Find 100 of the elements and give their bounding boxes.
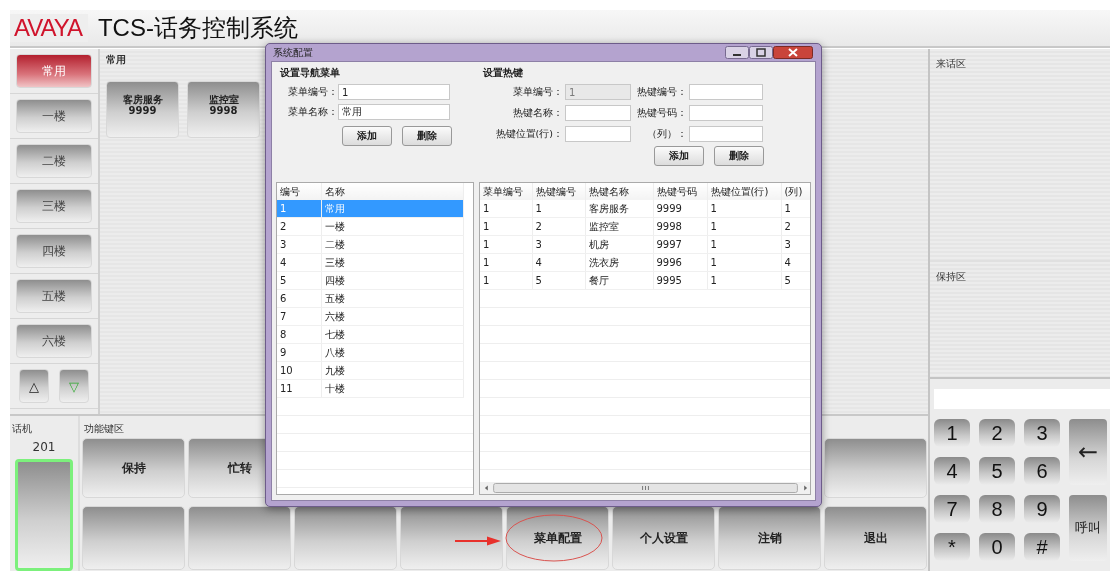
keypad-key[interactable]: 9 xyxy=(1024,495,1060,523)
keypad-key[interactable]: 6 xyxy=(1024,457,1060,485)
table-cell: 六楼 xyxy=(321,307,463,326)
field-label: 热键位置(行)： xyxy=(494,127,563,141)
keypad-key[interactable]: * xyxy=(934,533,970,561)
table-cell: 7 xyxy=(277,307,321,326)
minimize-button[interactable] xyxy=(725,46,749,59)
text-field[interactable] xyxy=(565,126,631,142)
keypad-key[interactable]: 3 xyxy=(1024,419,1060,447)
function-key-button[interactable] xyxy=(188,506,291,570)
column-header[interactable]: 编号 xyxy=(277,183,321,200)
table-cell: 9 xyxy=(277,343,321,362)
table-cell: 4 xyxy=(277,253,321,272)
nav-button[interactable]: 三楼 xyxy=(16,189,92,223)
function-key-button[interactable]: 保持 xyxy=(82,438,185,498)
table-row[interactable]: 5 四楼 xyxy=(277,271,463,290)
dialog-title: 系统配置 xyxy=(272,45,313,60)
function-key-button[interactable]: 注销 xyxy=(718,506,821,570)
table-cell: 客房服务 xyxy=(585,200,653,218)
column-header[interactable]: 热键位置(行) xyxy=(707,183,781,200)
column-header[interactable]: 名称 xyxy=(321,183,463,200)
table-cell: 4 xyxy=(781,253,810,272)
keypad-key[interactable]: 0 xyxy=(979,533,1015,561)
nav-button[interactable]: 五楼 xyxy=(16,279,92,313)
dialog-button[interactable]: 添加 xyxy=(654,146,704,166)
table-cell: 9995 xyxy=(653,271,707,290)
text-field[interactable] xyxy=(565,105,631,121)
table-cell: 1 xyxy=(480,253,532,272)
text-field[interactable] xyxy=(689,105,763,121)
phone-line-button[interactable] xyxy=(15,459,73,571)
scroll-up-button[interactable]: △ xyxy=(19,369,49,403)
nav-button[interactable]: 一楼 xyxy=(16,99,92,133)
table-cell: 1 xyxy=(707,253,781,272)
dialog-button[interactable]: 删除 xyxy=(402,126,452,146)
table-row[interactable]: 7 六楼 xyxy=(277,307,463,326)
table-row[interactable]: 11 十楼 xyxy=(277,379,463,398)
horizontal-scrollbar[interactable] xyxy=(480,482,810,494)
table-row[interactable]: 1 4 洗衣房 9996 1 4 xyxy=(480,253,810,272)
column-header[interactable]: (列) xyxy=(781,183,810,200)
keypad-key[interactable]: 4 xyxy=(934,457,970,485)
dialog-button[interactable]: 添加 xyxy=(342,126,392,146)
field-label: 热键编号： xyxy=(636,85,687,99)
hotkey-button[interactable]: 客房服务 9999 xyxy=(106,81,179,138)
table-row[interactable]: 4 三楼 xyxy=(277,253,463,272)
table-cell: 洗衣房 xyxy=(585,253,653,272)
table-cell: 2 xyxy=(277,217,321,236)
nav-button[interactable]: 四楼 xyxy=(16,234,92,268)
column-header[interactable]: 菜单编号 xyxy=(480,183,532,200)
dialog-button[interactable]: 删除 xyxy=(714,146,764,166)
function-key-button[interactable]: 退出 xyxy=(824,506,927,570)
table-cell: 1 xyxy=(480,271,532,290)
hotkey-button[interactable]: 监控室 9998 xyxy=(187,81,260,138)
nav-button[interactable]: 六楼 xyxy=(16,324,92,358)
keypad-key[interactable]: 7 xyxy=(934,495,970,523)
table-cell: 6 xyxy=(277,289,321,308)
keypad-key[interactable]: 2 xyxy=(979,419,1015,447)
column-header[interactable]: 热键编号 xyxy=(532,183,585,200)
table-cell: 3 xyxy=(532,235,585,254)
table-cell: 一楼 xyxy=(321,217,463,236)
text-field[interactable]: 1 xyxy=(338,84,450,100)
table-row[interactable]: 9 八楼 xyxy=(277,343,463,362)
table-row[interactable]: 3 二楼 xyxy=(277,235,463,254)
function-key-button[interactable]: 个人设置 xyxy=(612,506,715,570)
table-cell: 1 xyxy=(532,200,585,218)
table-cell: 1 xyxy=(707,271,781,290)
app-title: TCS-话务控制系统 xyxy=(97,13,298,43)
maximize-button[interactable] xyxy=(749,46,773,59)
table-row[interactable]: 1 1 客房服务 9999 1 1 xyxy=(480,200,810,218)
nav-button[interactable]: 二楼 xyxy=(16,144,92,178)
close-button[interactable] xyxy=(773,46,813,59)
table-cell: 9996 xyxy=(653,253,707,272)
function-key-button[interactable] xyxy=(400,506,503,570)
column-header[interactable]: 热键号码 xyxy=(653,183,707,200)
section-label: 功能键区 xyxy=(84,422,125,436)
keypad-key[interactable]: 1 xyxy=(934,419,970,447)
table-row[interactable]: 1 3 机房 9997 1 3 xyxy=(480,235,810,254)
table-cell: 2 xyxy=(781,217,810,236)
function-key-button[interactable] xyxy=(824,438,927,498)
table-row[interactable]: 2 一楼 xyxy=(277,217,463,236)
table-cell: 1 xyxy=(480,235,532,254)
group-title: 设置热键 xyxy=(483,66,524,80)
table-cell: 3 xyxy=(277,235,321,254)
table-cell: 1 xyxy=(781,200,810,218)
text-field[interactable] xyxy=(689,126,763,142)
text-field[interactable]: 常用 xyxy=(338,104,450,120)
field-label: （列）： xyxy=(646,127,687,141)
table-row[interactable]: 6 五楼 xyxy=(277,289,463,308)
keypad-key[interactable]: 5 xyxy=(979,457,1015,485)
text-field[interactable] xyxy=(689,84,763,100)
table-row[interactable]: 1 5 餐厅 9995 1 5 xyxy=(480,271,810,290)
function-key-button[interactable] xyxy=(82,506,185,570)
column-header[interactable]: 热键名称 xyxy=(585,183,653,200)
keypad-key[interactable]: # xyxy=(1024,533,1060,561)
function-key-button[interactable] xyxy=(294,506,397,570)
table-row[interactable]: 10 九楼 xyxy=(277,361,463,380)
table-row[interactable]: 8 七楼 xyxy=(277,325,463,344)
table-row[interactable]: 1 2 监控室 9998 1 2 xyxy=(480,217,810,236)
nav-button[interactable]: 常用 xyxy=(16,54,92,88)
keypad-key[interactable]: 8 xyxy=(979,495,1015,523)
function-key-button[interactable]: 菜单配置 xyxy=(506,506,609,570)
